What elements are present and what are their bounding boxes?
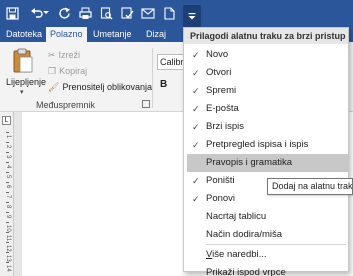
chevron-down-icon: ▾ (20, 89, 24, 96)
ruler-tick (6, 232, 9, 233)
menu-item-label: Ponovi (206, 193, 236, 204)
quick-access-toolbar (0, 0, 353, 27)
checkmark-icon: ✓ (192, 122, 200, 132)
scissors-icon: ✂ (48, 50, 56, 60)
save-icon[interactable] (3, 4, 21, 22)
tab-home[interactable]: Polazno (46, 27, 87, 42)
ruler-number: 10 (5, 225, 11, 232)
ruler-number: 12 (5, 245, 11, 252)
copy-label: Kopiraj (59, 66, 88, 76)
tooltip: Dodaj na alatnu traku (267, 178, 353, 195)
print-preview-icon[interactable] (97, 4, 115, 22)
menu-item-label: Pravopis i gramatika (206, 157, 293, 168)
checkmark-icon: ✓ (192, 50, 200, 60)
menu-item-new[interactable]: ✓ Novo (184, 46, 348, 64)
checkmark-icon: ✓ (192, 68, 200, 78)
cut-label: Izreži (58, 50, 81, 60)
ruler-number: 8 (5, 205, 11, 209)
ruler-tick (6, 132, 9, 133)
menu-item-label: Poništi (206, 175, 235, 186)
undo-dropdown-icon[interactable] (42, 4, 50, 22)
ruler-tick (6, 172, 9, 173)
ruler-tick (6, 182, 9, 183)
menu-item-open[interactable]: ✓ Otvori (184, 64, 348, 82)
cut-button[interactable]: ✂ Izreži (48, 49, 80, 62)
ruler-tick (6, 252, 9, 253)
menu-item-label: E-pošta (206, 103, 239, 114)
customize-qat-icon[interactable] (183, 5, 201, 27)
menu-item-label: Pretpregled ispisa i ispis (206, 139, 309, 150)
tab-file[interactable]: Datoteka (2, 27, 46, 42)
menu-item-more-commands[interactable]: Više naredbi... (184, 246, 348, 264)
paste-button[interactable]: Lijepljenje ▾ (4, 46, 46, 98)
redo-icon[interactable] (55, 4, 73, 22)
menu-item-email[interactable]: ✓ E-pošta (184, 100, 348, 118)
ruler-number: 6 (5, 185, 11, 189)
menu-item-save[interactable]: ✓ Spremi (184, 82, 348, 100)
ruler-number: 14 (5, 265, 11, 272)
menu-item-label: Način dodira/miša (206, 229, 283, 240)
clipboard-icon (13, 48, 33, 73)
menu-item-quick-print[interactable]: ✓ Brzi ispis (184, 118, 348, 136)
menu-separator (206, 244, 346, 245)
checkmark-icon: ✓ (192, 86, 200, 96)
ruler-tick (6, 242, 9, 243)
menu-item-label: Nacrtaj tablicu (206, 211, 267, 222)
ruler-tick (6, 222, 9, 223)
email-icon[interactable] (139, 4, 157, 22)
menu-item-label: Otvori (206, 67, 232, 78)
menu-item-label: Novo (206, 49, 229, 60)
group-divider (152, 48, 153, 108)
checkmark-icon: ✓ (192, 140, 200, 150)
menu-item-print-preview[interactable]: ✓ Pretpregled ispisa i ispis (184, 136, 348, 154)
menu-item-label: Prikaži ispod vrpce (206, 267, 286, 276)
copy-icon: ❐ (48, 66, 57, 76)
menu-item-label: Brzi ispis (206, 121, 245, 132)
ruler-tick (6, 262, 9, 263)
new-document-icon[interactable] (160, 4, 178, 22)
format-painter-label: Prenositelj oblikovanja (62, 82, 152, 92)
menu-item-spelling-grammar[interactable]: Pravopis i gramatika (187, 154, 348, 172)
checkmark-icon: ✓ (192, 104, 200, 114)
tab-selector[interactable]: L (2, 116, 11, 125)
ruler-tick (6, 162, 9, 163)
ruler-number: 13 (5, 255, 11, 262)
menu-item-show-below-ribbon[interactable]: Prikaži ispod vrpce (184, 264, 348, 276)
ruler-tick (6, 212, 9, 213)
menu-item-touch-mouse-mode[interactable]: Način dodira/miša (184, 226, 348, 244)
menu-title: Prilagodi alatnu traku za brzi pristup (184, 28, 348, 44)
ruler-number: 2 (5, 145, 11, 149)
ruler-tick (6, 142, 9, 143)
ruler-tick (6, 192, 9, 193)
ruler-number: 9 (5, 215, 11, 219)
ruler-number: 3 (5, 155, 11, 159)
ruler-number: 5 (5, 175, 11, 179)
tab-design[interactable]: Dizaj (142, 27, 170, 42)
checkmark-icon: ✓ (192, 176, 200, 186)
menu-item-label: Spremi (206, 85, 237, 96)
dialog-launcher-icon[interactable] (142, 100, 150, 108)
clipboard-group-label: Međuspremnik (36, 100, 96, 110)
ruler-number: 11 (5, 235, 11, 242)
ruler-tick (6, 202, 9, 203)
ruler-tick (6, 152, 9, 153)
spelling-icon[interactable] (118, 4, 136, 22)
ruler-number: 4 (5, 165, 11, 169)
paste-label: Lijepljenje (6, 77, 47, 87)
ruler-number: 7 (5, 195, 11, 199)
menu-item-label: Više naredbi... (206, 249, 267, 260)
brush-icon: 🖌 (48, 82, 60, 92)
copy-button[interactable]: ❐ Kopiraj (48, 65, 87, 78)
bold-button[interactable]: B (160, 79, 167, 90)
format-painter-button[interactable]: 🖌 Prenositelj oblikovanja (48, 81, 152, 94)
menu-item-draw-table[interactable]: Nacrtaj tablicu (184, 208, 348, 226)
tab-insert[interactable]: Umetanje (89, 27, 136, 42)
customize-qat-menu: Prilagodi alatnu traku za brzi pristup ✓… (183, 27, 349, 276)
checkmark-icon: ✓ (192, 194, 200, 204)
ruler-number: 1 (5, 135, 11, 139)
print-icon[interactable] (76, 4, 94, 22)
